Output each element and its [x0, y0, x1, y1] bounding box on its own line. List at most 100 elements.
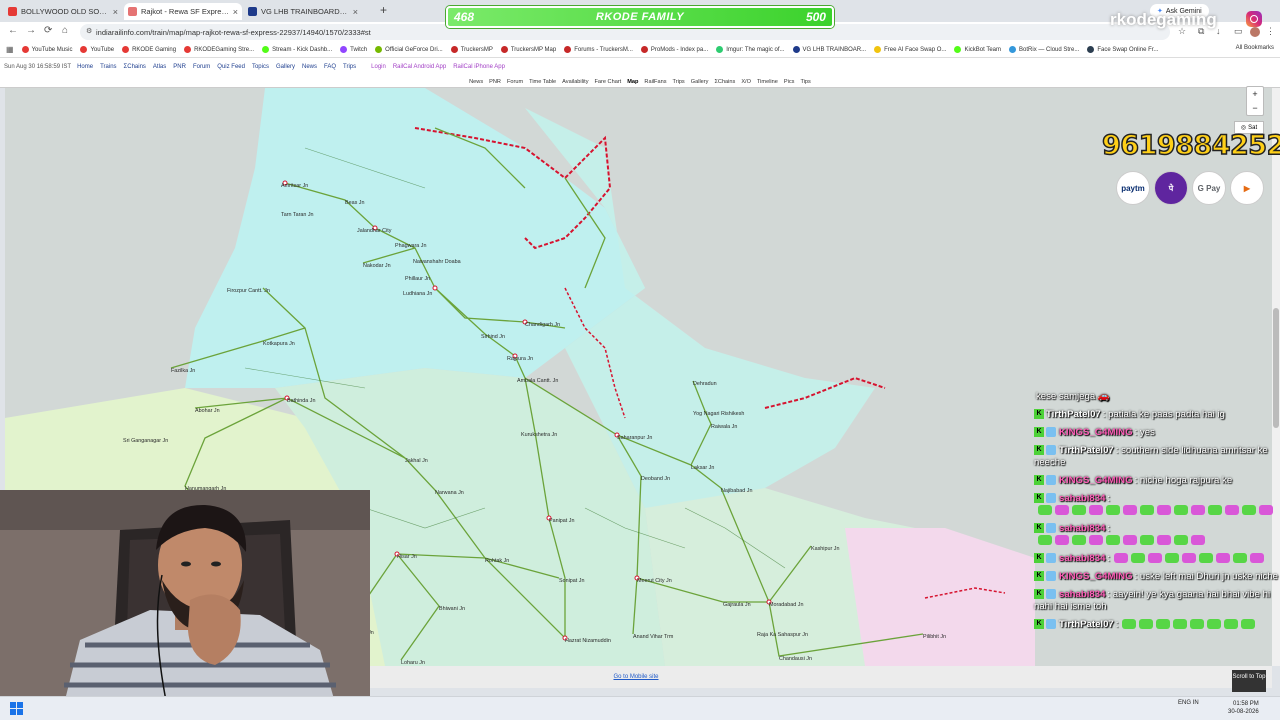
map-station-label[interactable]: Dehradun: [693, 381, 717, 387]
site-app-link[interactable]: RailCal iPhone App: [453, 64, 505, 70]
map-station-label[interactable]: Narwana Jn: [435, 490, 464, 496]
bookmark-item[interactable]: KickBot Team: [954, 46, 1001, 53]
chat-username[interactable]: KINGS_G4MING: [1059, 427, 1133, 438]
map-station-label[interactable]: Phillaur Jn: [405, 276, 430, 282]
site-nav-trains[interactable]: Trains: [100, 64, 116, 70]
bookmark-item[interactable]: Free AI Face Swap O...: [874, 46, 946, 53]
home-icon[interactable]: ⌂: [62, 25, 68, 36]
map-station-label[interactable]: Kurukshetra Jn: [521, 432, 557, 438]
reload-icon[interactable]: ⟳: [44, 25, 52, 36]
map-station-label[interactable]: Kotkapura Jn: [263, 341, 295, 347]
site-nav-quiz-feed[interactable]: Quiz Feed: [217, 64, 245, 70]
map-station-label[interactable]: Saharanpur Jn: [617, 435, 652, 441]
map-station-label[interactable]: Rohtak Jn: [485, 558, 509, 564]
chat-username[interactable]: TirthPatel07: [1059, 445, 1114, 456]
bookmark-item[interactable]: TruckersMP: [450, 46, 493, 53]
map-station-label[interactable]: Rajpura Jn: [507, 356, 533, 362]
site-nav-pnr[interactable]: PNR: [173, 64, 186, 70]
windows-start-icon[interactable]: [10, 702, 23, 715]
bookmark-item[interactable]: YouTube: [80, 46, 114, 53]
site-nav-topics[interactable]: Topics: [252, 64, 269, 70]
zoom-out-button[interactable]: −: [1247, 101, 1263, 115]
subnav--chains[interactable]: ΣChains: [714, 79, 735, 85]
map-station-label[interactable]: Ambala Cantt. Jn: [517, 378, 558, 384]
subnav-railfans[interactable]: RailFans: [644, 79, 666, 85]
bookmark-item[interactable]: YouTube Music: [21, 46, 72, 53]
map-station-label[interactable]: Najibabad Jn: [721, 488, 752, 494]
subnav-forum[interactable]: Forum: [507, 79, 523, 85]
subnav-x-o[interactable]: X/O: [741, 79, 751, 85]
bookmark-item[interactable]: RKODE Gaming: [122, 46, 176, 53]
chat-username[interactable]: sahabi834: [1059, 589, 1105, 600]
map-station-label[interactable]: Nawanshahr Doaba: [413, 259, 461, 265]
bookmark-item[interactable]: Forums - TruckersM...: [564, 46, 633, 53]
map-station-label[interactable]: Kashipur Jn: [811, 546, 839, 552]
map-station-label[interactable]: Abohar Jn: [195, 408, 220, 414]
map-station-label[interactable]: Sri Ganganagar Jn: [123, 438, 168, 444]
map-station-label[interactable]: Phagwara Jn: [395, 243, 426, 249]
map-station-label[interactable]: Meerut City Jn: [637, 578, 672, 584]
all-bookmarks-button[interactable]: All Bookmarks: [1236, 45, 1274, 51]
map-station-label[interactable]: Sirhind Jn: [481, 334, 505, 340]
map-station-label[interactable]: Sonipat Jn: [559, 578, 584, 584]
menu-dots-icon[interactable]: ⋮: [1266, 26, 1275, 37]
map-station-label[interactable]: Jalandhar City: [357, 228, 391, 234]
map-station-label[interactable]: Jakhal Jn: [405, 458, 428, 464]
map-station-label[interactable]: Panipat Jn: [549, 518, 574, 524]
chat-username[interactable]: KINGS_G4MING: [1059, 571, 1133, 582]
map-station-label[interactable]: Hazrat Nizamuddin: [565, 638, 611, 644]
browser-tab[interactable]: Rajkot - Rewa SF Express (PT)/×: [124, 3, 242, 20]
map-station-label[interactable]: Pilibhit Jn: [923, 634, 946, 640]
zoom-in-button[interactable]: +: [1247, 87, 1263, 101]
bookmark-item[interactable]: TruckersMP Map: [500, 46, 556, 53]
scroll-to-top-button[interactable]: Scroll to Top: [1232, 670, 1266, 692]
map-station-label[interactable]: Deoband Jn: [641, 476, 670, 482]
bookmark-item[interactable]: BotRix — Cloud Stre...: [1009, 46, 1079, 53]
map-station-label[interactable]: Moradabad Jn: [769, 602, 803, 608]
apps-grid-icon[interactable]: ▦: [6, 45, 14, 54]
map-station-label[interactable]: Raja Ka Sahaspur Jn: [757, 632, 808, 638]
site-nav-faq[interactable]: FAQ: [324, 64, 336, 70]
map-station-label[interactable]: Beas Jn: [345, 200, 364, 206]
subnav-map[interactable]: Map: [627, 79, 638, 85]
bookmark-item[interactable]: VG LHB TRAINBOAR...: [792, 46, 866, 53]
tab-close-icon[interactable]: ×: [233, 7, 238, 17]
site-nav-atlas[interactable]: Atlas: [153, 64, 166, 70]
map-station-label[interactable]: Gajraula Jn: [723, 602, 751, 608]
site-nav-news[interactable]: News: [302, 64, 317, 70]
site-nav-gallery[interactable]: Gallery: [276, 64, 295, 70]
tab-close-icon[interactable]: ×: [113, 7, 118, 17]
bookmark-item[interactable]: Face Swap Online Fr...: [1087, 46, 1158, 53]
subnav-availability[interactable]: Availability: [562, 79, 588, 85]
subnav-time-table[interactable]: Time Table: [529, 79, 556, 85]
tab-close-icon[interactable]: ×: [353, 7, 358, 17]
browser-tab[interactable]: BOLLYWOOD OLD SONGS ×: [4, 3, 122, 20]
subnav-pnr[interactable]: PNR: [489, 79, 501, 85]
map-station-label[interactable]: Nakodar Jn: [363, 263, 391, 269]
site-nav-login[interactable]: Login: [371, 64, 386, 70]
map-station-label[interactable]: Tarn Taran Jn: [281, 212, 314, 218]
subnav-fare-chart[interactable]: Fare Chart: [595, 79, 622, 85]
site-app-link[interactable]: RailCal Android App: [393, 64, 446, 70]
mobile-site-link[interactable]: Go to Mobile site: [613, 674, 658, 680]
chat-username[interactable]: sahabi834: [1059, 523, 1105, 534]
subnav-gallery[interactable]: Gallery: [691, 79, 709, 85]
bookmark-item[interactable]: Imgur: The magic of...: [716, 46, 785, 53]
chat-username[interactable]: TirthPatel07: [1059, 619, 1114, 630]
map-station-label[interactable]: Laksar Jn: [691, 465, 714, 471]
map-station-label[interactable]: Amritsar Jn: [281, 183, 308, 189]
map-station-label[interactable]: Raiwala Jn: [711, 424, 737, 430]
bookmark-item[interactable]: ProMods - Index pa...: [640, 46, 708, 53]
forward-arrow-icon[interactable]: →: [26, 25, 36, 36]
map-station-label[interactable]: Yog Nagari Rishikesh: [693, 411, 744, 417]
site-nav-trips[interactable]: Trips: [343, 64, 356, 70]
map-station-label[interactable]: Ludhiana Jn: [403, 291, 432, 297]
chat-username[interactable]: TirthPatel07: [1046, 409, 1101, 420]
map-zoom-control[interactable]: + −: [1246, 86, 1264, 116]
profile-avatar[interactable]: [1250, 27, 1260, 37]
new-tab-button[interactable]: +: [380, 3, 387, 17]
bookmark-item[interactable]: RKODEGaming Stre...: [184, 46, 254, 53]
site-nav-forum[interactable]: Forum: [193, 64, 210, 70]
map-station-label[interactable]: Hisar Jn: [397, 554, 417, 560]
chat-username[interactable]: sahabi834: [1059, 553, 1105, 564]
